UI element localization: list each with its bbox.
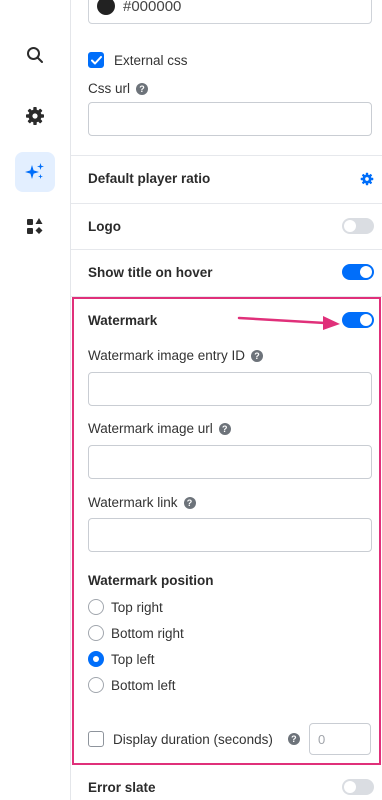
external-css-checkbox[interactable] — [88, 52, 104, 68]
radio-button[interactable] — [88, 651, 104, 667]
show-title-row: Show title on hover — [88, 264, 374, 280]
divider — [71, 296, 382, 297]
search-button[interactable] — [15, 35, 55, 75]
radio-label: Top left — [111, 651, 155, 667]
help-icon[interactable]: ? — [183, 497, 196, 509]
radio-label: Top right — [111, 599, 163, 615]
toggle-knob — [360, 314, 372, 326]
watermark-position-heading-row: Watermark position — [88, 572, 214, 590]
watermark-toggle[interactable] — [342, 312, 374, 328]
help-icon[interactable]: ? — [287, 733, 300, 745]
error-slate-toggle[interactable] — [342, 779, 374, 795]
divider — [71, 249, 382, 250]
radio-label: Bottom right — [111, 625, 184, 641]
color-value: #000000 — [123, 0, 182, 15]
radio-label: Bottom left — [111, 677, 176, 693]
watermark-entry-id-label: Watermark image entry ID — [88, 348, 246, 363]
divider — [71, 155, 382, 156]
plugins-button[interactable] — [15, 152, 55, 192]
toggle-knob — [344, 781, 356, 793]
watermark-entry-id-label-row: Watermark image entry ID? — [88, 347, 264, 365]
css-url-input[interactable] — [88, 102, 372, 136]
watermark-link-label: Watermark link — [88, 495, 178, 510]
watermark-entry-id-input[interactable] — [88, 372, 372, 406]
watermark-position-label: Watermark position — [88, 573, 214, 588]
gear-icon[interactable] — [360, 172, 374, 186]
logo-label: Logo — [88, 218, 121, 234]
watermark-image-url-label-row: Watermark image url? — [88, 420, 231, 438]
radio-top-right[interactable]: Top right — [88, 599, 163, 615]
radio-button[interactable] — [88, 599, 104, 615]
annotation-arrow-icon — [237, 316, 340, 330]
help-icon[interactable]: ? — [136, 83, 149, 95]
watermark-label: Watermark — [88, 312, 158, 328]
css-url-label: Css url — [88, 81, 131, 96]
watermark-image-url-input[interactable] — [88, 445, 372, 479]
shapes-icon — [27, 218, 43, 234]
display-duration-input[interactable]: 0 — [309, 723, 371, 755]
external-css-label: External css — [114, 52, 188, 68]
display-duration-row[interactable]: Display duration (seconds)? — [88, 731, 300, 747]
color-swatch[interactable] — [97, 0, 115, 15]
watermark-link-input[interactable] — [88, 518, 372, 552]
error-slate-row: Error slate — [88, 779, 374, 795]
show-title-toggle[interactable] — [342, 264, 374, 280]
watermark-image-url-label: Watermark image url — [88, 421, 213, 436]
settings-button[interactable] — [15, 96, 55, 136]
external-css-row[interactable]: External css — [88, 52, 188, 68]
error-slate-label: Error slate — [88, 779, 156, 795]
help-icon[interactable]: ? — [218, 423, 231, 435]
radio-bottom-right[interactable]: Bottom right — [88, 625, 184, 641]
default-player-ratio-row: Default player ratio — [88, 171, 374, 186]
toggle-knob — [360, 266, 372, 278]
display-duration-checkbox[interactable] — [88, 731, 104, 747]
icon-rail — [0, 0, 71, 800]
watermark-link-label-row: Watermark link? — [88, 494, 196, 512]
checkmark-icon — [90, 55, 102, 64]
display-duration-label: Display duration (seconds) — [113, 731, 273, 747]
divider — [71, 203, 382, 204]
search-icon — [27, 47, 43, 63]
toggle-knob — [344, 220, 356, 232]
sparkles-icon — [25, 163, 44, 179]
radio-bottom-left[interactable]: Bottom left — [88, 677, 176, 693]
default-player-ratio-label: Default player ratio — [88, 171, 211, 186]
help-icon[interactable]: ? — [251, 350, 264, 362]
radio-top-left[interactable]: Top left — [88, 651, 155, 667]
color-input[interactable]: #000000 — [88, 0, 372, 24]
css-url-label-row: Css url? — [88, 80, 149, 98]
logo-row: Logo — [88, 218, 374, 234]
radio-button[interactable] — [88, 677, 104, 693]
show-title-label: Show title on hover — [88, 264, 213, 280]
logo-toggle[interactable] — [342, 218, 374, 234]
gear-icon — [26, 107, 44, 125]
radio-button[interactable] — [88, 625, 104, 641]
elements-button[interactable] — [15, 206, 55, 246]
settings-panel: #000000 External css Css url? Default pl… — [71, 0, 382, 800]
